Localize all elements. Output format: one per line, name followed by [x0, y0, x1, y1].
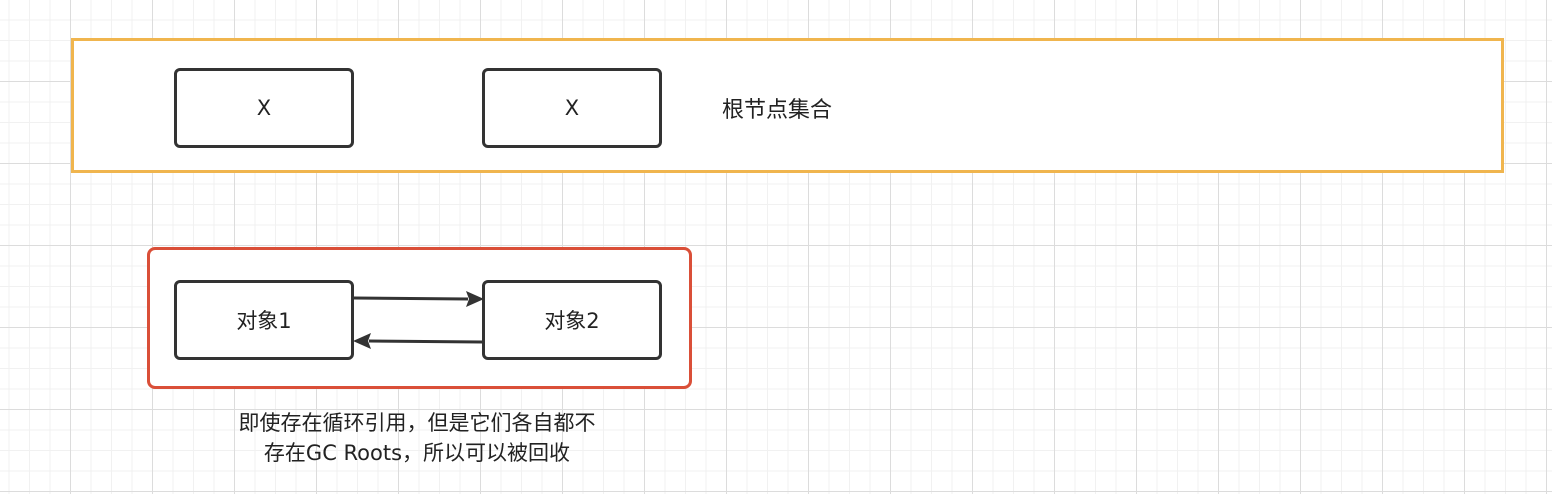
caption-line-2: 存在GC Roots，所以可以被回收 — [263, 441, 571, 465]
root-node-2: X — [482, 68, 662, 148]
object-2-label: 对象2 — [544, 309, 600, 333]
caption: 即使存在循环引用，但是它们各自都不 存在GC Roots，所以可以被回收 — [187, 408, 647, 468]
object-2-node: 对象2 — [482, 280, 662, 360]
object-1-node: 对象1 — [174, 280, 354, 360]
root-set-label: 根节点集合 — [722, 98, 833, 123]
object-1-label: 对象1 — [236, 309, 292, 333]
caption-line-1: 即使存在循环引用，但是它们各自都不 — [238, 411, 596, 435]
root-node-1-label: X — [256, 96, 272, 120]
root-node-2-label: X — [564, 96, 580, 120]
root-node-1: X — [174, 68, 354, 148]
